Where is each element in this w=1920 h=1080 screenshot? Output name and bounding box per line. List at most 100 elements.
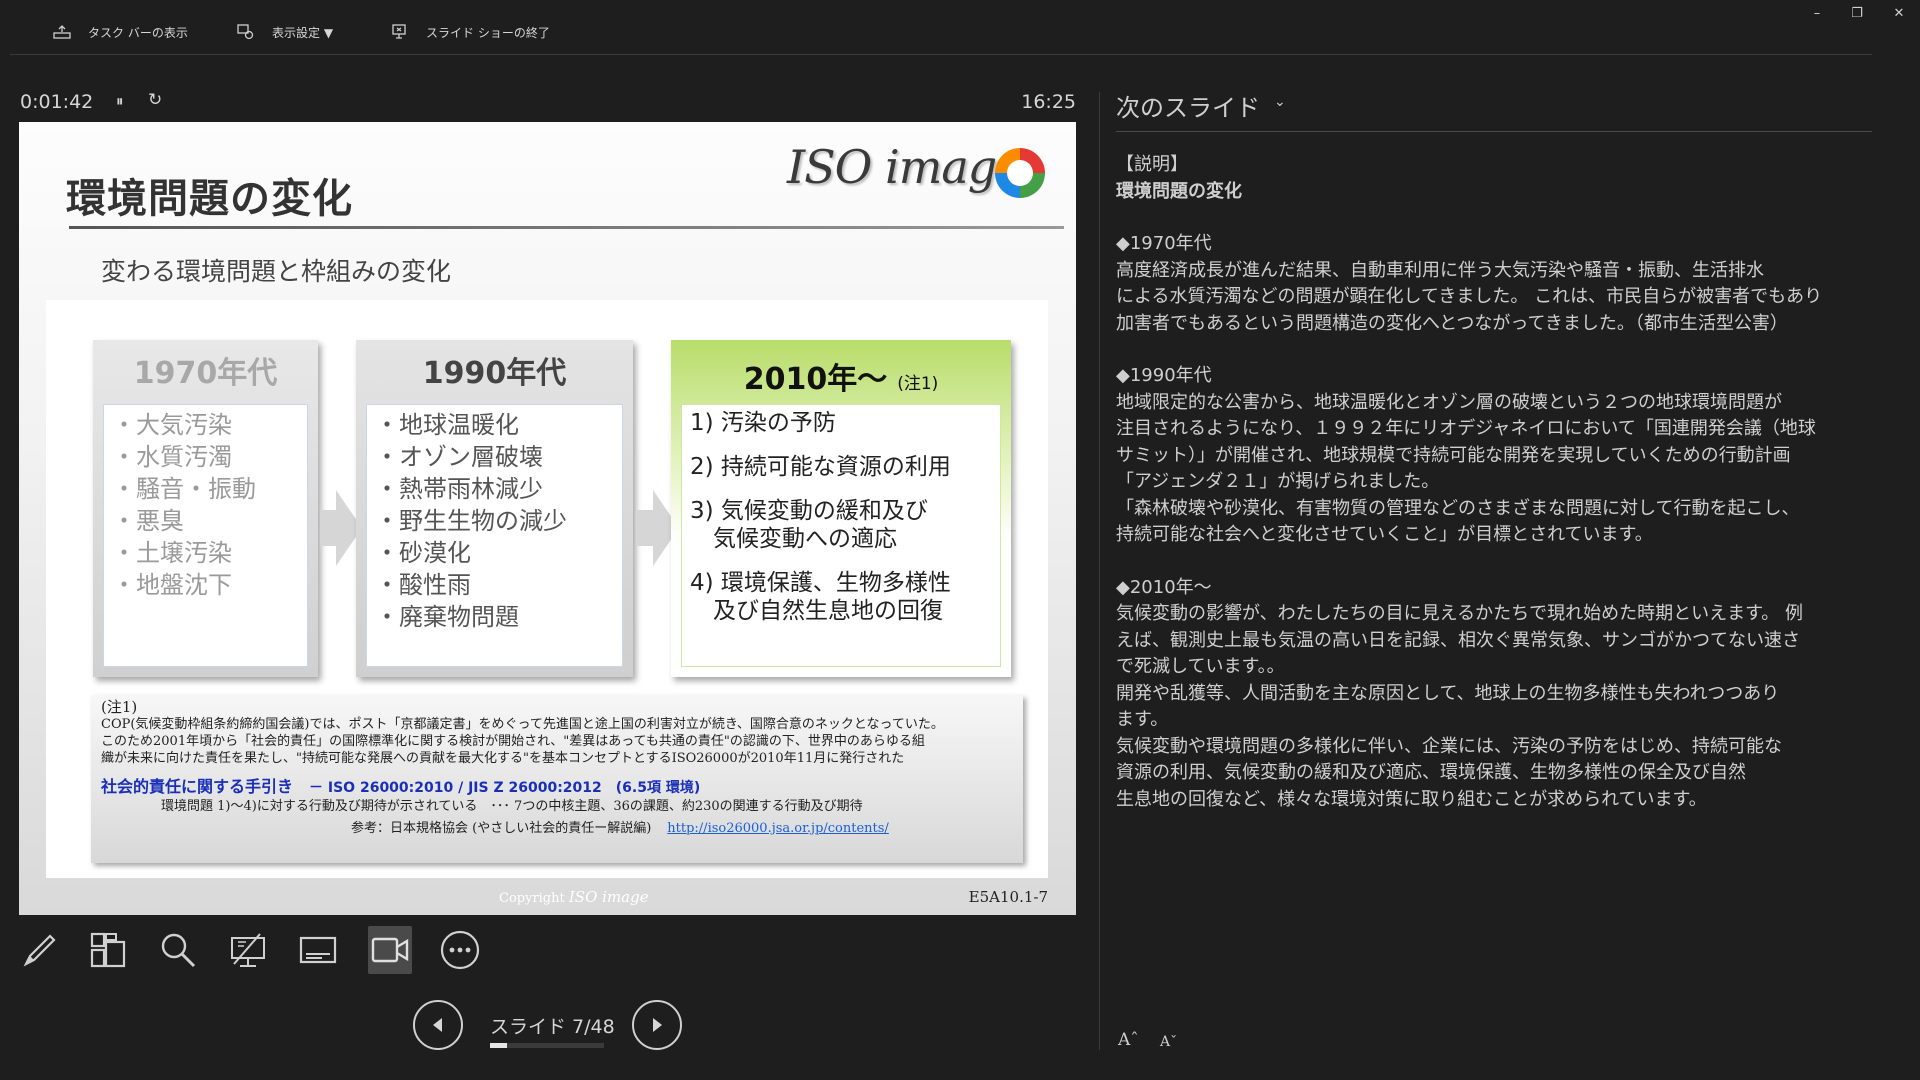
- list-item: ・廃棄物問題: [375, 603, 519, 631]
- taskbar-icon: [53, 25, 71, 39]
- copyright-text: Copyright: [499, 891, 565, 906]
- display-settings-label: 表示設定 ▼: [272, 25, 334, 40]
- logo-text: ISO image: [787, 140, 1023, 194]
- guide-subtext: 環境問題 1)～4)に対する行動及び期待が示されている ･･･ 7つの中核主題、…: [161, 799, 863, 814]
- decrease-font-button[interactable]: Aˇ: [1160, 1034, 1177, 1050]
- era-list: 1) 汚染の予防 2) 持続可能な資源の利用 3) 気候変動の緩和及び 気候変動…: [681, 404, 1001, 667]
- copyright: Copyright ISO image: [499, 888, 649, 906]
- slide-counter: スライド 7/48: [490, 1016, 615, 1038]
- notes-paragraph: 環境問題の変化: [1116, 180, 1242, 202]
- speaker-notes[interactable]: 【説明】 環境問題の変化 ◆1970年代 高度経済成長が進んだ結果、自動車利用に伴う大…: [1116, 152, 1872, 813]
- notes-paragraph: 【説明】: [1116, 154, 1188, 175]
- era-heading: 1970年代: [133, 356, 278, 391]
- notes-paragraph: ◆2010年～: [1116, 576, 1212, 598]
- list-item: 3) 気候変動の緩和及び 気候変動への適応: [690, 498, 928, 552]
- end-show-icon: [392, 24, 406, 39]
- zoom-icon: [161, 933, 196, 968]
- notes-paragraph: 地域限定的な公害から、地球温暖化とオゾン層の破壊という２つの地球環境問題が 注目…: [1116, 391, 1816, 546]
- camera-toggle-button[interactable]: [368, 926, 412, 974]
- list-item: 2) 持続可能な資源の利用: [690, 454, 951, 480]
- slide-progress-fill: [490, 1043, 507, 1048]
- increase-font-button[interactable]: Aˆ: [1118, 1030, 1139, 1050]
- list-item: ・悪臭: [112, 507, 184, 535]
- notes-spacer: [1116, 549, 1872, 575]
- next-slide-button[interactable]: [632, 1000, 682, 1050]
- elapsed-timer: 0:01:42: [20, 91, 94, 113]
- slide-progress-bar: [490, 1043, 604, 1048]
- pause-timer-button[interactable]: ⏸: [116, 92, 124, 110]
- next-slide-label[interactable]: 次のスライド: [1116, 88, 1260, 123]
- subtitles-icon: [299, 936, 337, 964]
- restore-button[interactable]: ❐: [1842, 6, 1872, 21]
- slide-title: 環境問題の変化: [66, 176, 353, 222]
- zoom-slide-button[interactable]: [156, 926, 200, 974]
- chevron-down-icon[interactable]: ⌄: [1274, 94, 1286, 110]
- guide-title-text: 社会的責任に関する手引き: [101, 777, 294, 796]
- notes-paragraph: ◆1990年代: [1116, 365, 1212, 386]
- notes-paragraph: 気候変動の影響が、わたしたちの目に見えるかたちで現れ始めた時期といえます。 例 …: [1116, 603, 1804, 810]
- slide-code: E5A10.1-7: [968, 888, 1048, 906]
- list-item: ・熱帯雨林減少: [375, 475, 543, 503]
- camera-icon: [371, 937, 409, 963]
- era-heading: 2010年～ (注1): [671, 354, 1011, 398]
- notes-spacer: [1116, 337, 1872, 363]
- iso-image-logo: ISO image: [787, 134, 1047, 214]
- eras-panel: 1970年代 ・大気汚染 ・水質汚濁 ・騒音・振動 ・悪臭 ・土壌汚染 ・地盤沈…: [46, 300, 1048, 878]
- subtitles-button[interactable]: [296, 926, 340, 974]
- list-item: 4) 環境保護、生物多様性 及び自然生息地の回復: [690, 570, 951, 624]
- prev-icon: [433, 1018, 442, 1032]
- list-item: 1) 汚染の予防: [690, 410, 836, 436]
- pointer-options-button[interactable]: [226, 926, 270, 974]
- footnote-line: このため2001年頃から「社会的責任」の国際標準化に関する検討が開始され、"差異…: [101, 734, 925, 749]
- era-list: ・大気汚染 ・水質汚濁 ・騒音・振動 ・悪臭 ・土壌汚染 ・地盤沈下: [103, 404, 308, 667]
- reference-line: 参考：日本規格協会 (やさしい社会的責任ー解説編) http://iso26000…: [101, 820, 1013, 837]
- notes-paragraph: ◆1970年代: [1116, 233, 1212, 254]
- reference-link[interactable]: http://iso26000.jsa.or.jp/contents/: [667, 821, 889, 836]
- era-heading: 1990年代: [422, 356, 567, 391]
- footnote-box: (注1) COP(気候変動枠組条約締約国会議)では、ポスト「京都議定書」をめぐっ…: [91, 695, 1023, 863]
- pen-icon: [23, 934, 56, 967]
- footnote-line: 織が未来に向けた責任を果たし、"持続可能な発展への貢献を最大化する"を基本コンセ…: [101, 751, 905, 766]
- toolbar-divider: [10, 54, 1872, 55]
- era-heading-text: 2010年～: [743, 362, 888, 397]
- panel-divider[interactable]: [1099, 92, 1100, 1050]
- current-slide[interactable]: 環境問題の変化 変わる環境問題と枠組みの変化 ISO image 1970年代 …: [19, 122, 1076, 915]
- more-options-button[interactable]: [438, 926, 482, 974]
- next-icon: [653, 1018, 662, 1032]
- list-item: ・土壌汚染: [112, 539, 232, 567]
- era-1970s-card: 1970年代 ・大気汚染 ・水質汚濁 ・騒音・振動 ・悪臭 ・土壌汚染 ・地盤沈…: [93, 340, 318, 677]
- footnote-line: COP(気候変動枠組条約締約国会議)では、ポスト「京都議定書」をめぐって先進国と…: [101, 717, 944, 732]
- title-underline: [69, 226, 1064, 229]
- footnote-head: (注1): [101, 698, 138, 716]
- era-1990s-card: 1990年代 ・地球温暖化 ・オゾン層破壊 ・熱帯雨林減少 ・野生生物の減少 ・…: [356, 340, 633, 677]
- list-item: ・水質汚濁: [112, 443, 232, 471]
- close-button[interactable]: ✕: [1884, 6, 1914, 21]
- previous-slide-button[interactable]: [413, 1000, 463, 1050]
- era-note: (注1): [897, 374, 939, 394]
- era-list: ・地球温暖化 ・オゾン層破壊 ・熱帯雨林減少 ・野生生物の減少 ・砂漠化 ・酸性…: [366, 404, 623, 667]
- minimize-button[interactable]: –: [1802, 6, 1832, 21]
- guide-title: 社会的責任に関する手引き － ISO 26000:2010 / JIS Z 260…: [101, 777, 1013, 798]
- display-settings-button[interactable]: 表示設定 ▼: [236, 22, 333, 42]
- all-slides-icon: [90, 932, 126, 968]
- era-2010s-card: 2010年～ (注1) 1) 汚染の予防 2) 持続可能な資源の利用 3) 気候変…: [671, 340, 1011, 677]
- show-taskbar-button[interactable]: タスク バーの表示: [52, 22, 188, 42]
- display-settings-icon: [237, 24, 254, 40]
- list-item: ・砂漠化: [375, 539, 471, 567]
- see-all-slides-button[interactable]: [86, 926, 130, 974]
- restart-timer-button[interactable]: ↻: [148, 90, 162, 110]
- notes-divider: [1116, 131, 1872, 132]
- list-item: ・大気汚染: [112, 411, 232, 439]
- list-item: ・地球温暖化: [375, 411, 519, 439]
- guide-standard: － ISO 26000:2010 / JIS Z 26000:2012 (6.5…: [309, 780, 701, 796]
- logo-ring-icon: [995, 148, 1045, 198]
- show-taskbar-label: タスク バーの表示: [88, 25, 188, 40]
- pen-tool-button[interactable]: [18, 926, 62, 974]
- reference-text: 参考：日本規格協会 (やさしい社会的責任ー解説編): [351, 821, 652, 836]
- more-icon: [440, 930, 480, 970]
- current-time: 16:25: [1021, 91, 1076, 113]
- presenter-toolbar: タスク バーの表示 表示設定 ▼ スライド ショーの終了 – ❐ ✕: [0, 0, 1920, 62]
- list-item: ・地盤沈下: [112, 571, 232, 599]
- end-slideshow-button[interactable]: スライド ショーの終了: [390, 22, 550, 42]
- list-item: ・オゾン層破壊: [375, 443, 543, 471]
